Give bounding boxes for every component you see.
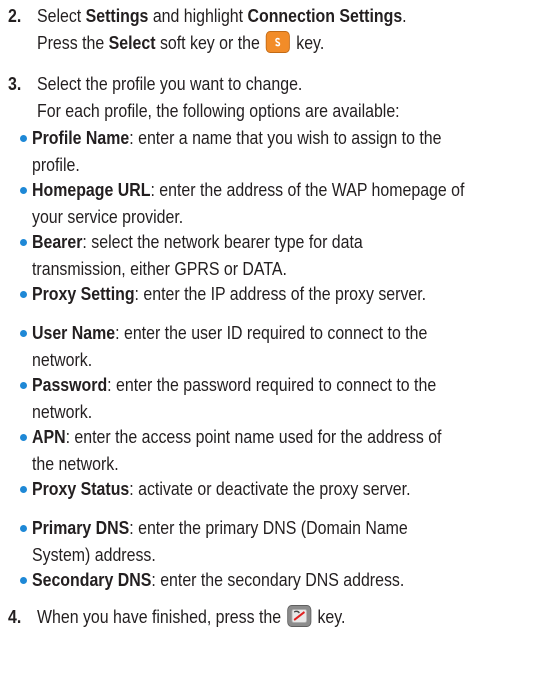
option-line-cont: the network. xyxy=(32,453,119,474)
bullet xyxy=(20,291,27,298)
bullet xyxy=(20,187,27,194)
option-line-cont: transmission, either GPRS or DATA. xyxy=(32,258,287,279)
step-2-line-2: Press the Select soft key or the key. xyxy=(37,29,324,56)
bullet xyxy=(20,577,27,584)
option-line: Proxy Status: activate or deactivate the… xyxy=(32,475,410,502)
option-text: : enter the primary DNS (Domain Name xyxy=(129,517,408,538)
option-term: Primary DNS xyxy=(32,517,130,538)
step-4-text: key. xyxy=(313,606,346,627)
option-term: Proxy Status xyxy=(32,478,130,499)
step-2-text: key. xyxy=(291,32,325,53)
select-term: Select xyxy=(108,32,156,53)
option-line: APN: enter the access point name used fo… xyxy=(32,423,441,450)
step-2-text: and highlight xyxy=(148,5,248,26)
option-line: Password: enter the password required to… xyxy=(32,371,436,398)
bullet xyxy=(20,330,27,337)
bullet xyxy=(20,382,27,389)
bullet xyxy=(20,525,27,532)
option-text: : enter a name that you wish to assign t… xyxy=(129,127,442,148)
option-line: Homepage URL: enter the address of the W… xyxy=(32,176,464,203)
option-text: : activate or deactivate the proxy serve… xyxy=(129,478,411,499)
step-2-line-1: Select Settings and highlight Connection… xyxy=(37,2,407,29)
bullet xyxy=(20,135,27,142)
step-4-text: When you have finished, press the xyxy=(37,606,286,627)
step-3-line-1: Select the profile you want to change. xyxy=(37,73,303,94)
option-term: Homepage URL xyxy=(32,179,151,200)
bullet xyxy=(20,239,27,246)
option-line-cont: network. xyxy=(32,401,93,422)
option-line: Secondary DNS: enter the secondary DNS a… xyxy=(32,566,404,593)
option-term: Proxy Setting xyxy=(32,283,135,304)
step-2-text: . xyxy=(402,5,407,26)
settings-term: Settings xyxy=(85,5,149,26)
option-term: APN xyxy=(32,426,66,447)
option-line-cont: profile. xyxy=(32,154,80,175)
step-3-line-2: For each profile, the following options … xyxy=(37,100,400,121)
option-line: Primary DNS: enter the primary DNS (Doma… xyxy=(32,514,408,541)
end-key-icon xyxy=(287,605,312,627)
option-term: Password xyxy=(32,374,108,395)
bullet xyxy=(20,486,27,493)
step-3-number: 3. xyxy=(8,73,22,94)
option-text: : enter the user ID required to connect … xyxy=(115,322,428,343)
step-4-number: 4. xyxy=(8,606,22,627)
option-text: : enter the IP address of the proxy serv… xyxy=(134,283,427,304)
connection-settings-term: Connection Settings xyxy=(247,5,403,26)
option-line: Profile Name: enter a name that you wish… xyxy=(32,124,441,151)
option-line: User Name: enter the user ID required to… xyxy=(32,319,427,346)
bullet xyxy=(20,434,27,441)
option-text: : enter the access point name used for t… xyxy=(65,426,442,447)
select-key-icon xyxy=(266,31,291,53)
step-2-text: soft key or the xyxy=(155,32,265,53)
step-2-text: Select xyxy=(37,5,86,26)
option-line: Bearer: select the network bearer type f… xyxy=(32,228,363,255)
manual-page: 2. Select Settings and highlight Connect… xyxy=(0,0,539,690)
option-text: : select the network bearer type for dat… xyxy=(82,231,363,252)
option-term: Profile Name xyxy=(32,127,130,148)
option-line-cont: network. xyxy=(32,349,93,370)
option-text: : enter the secondary DNS address. xyxy=(151,569,405,590)
step-4-line-1: When you have finished, press the key. xyxy=(37,603,345,630)
step-2-text: Press the xyxy=(37,32,109,53)
option-term: User Name xyxy=(32,322,116,343)
step-2-number: 2. xyxy=(8,5,22,26)
option-line-cont: your service provider. xyxy=(32,206,184,227)
option-line: Proxy Setting: enter the IP address of t… xyxy=(32,280,426,307)
option-term: Bearer xyxy=(32,231,83,252)
option-term: Secondary DNS xyxy=(32,569,152,590)
option-text: : enter the address of the WAP homepage … xyxy=(150,179,465,200)
option-line-cont: System) address. xyxy=(32,544,156,565)
option-text: : enter the password required to connect… xyxy=(107,374,437,395)
